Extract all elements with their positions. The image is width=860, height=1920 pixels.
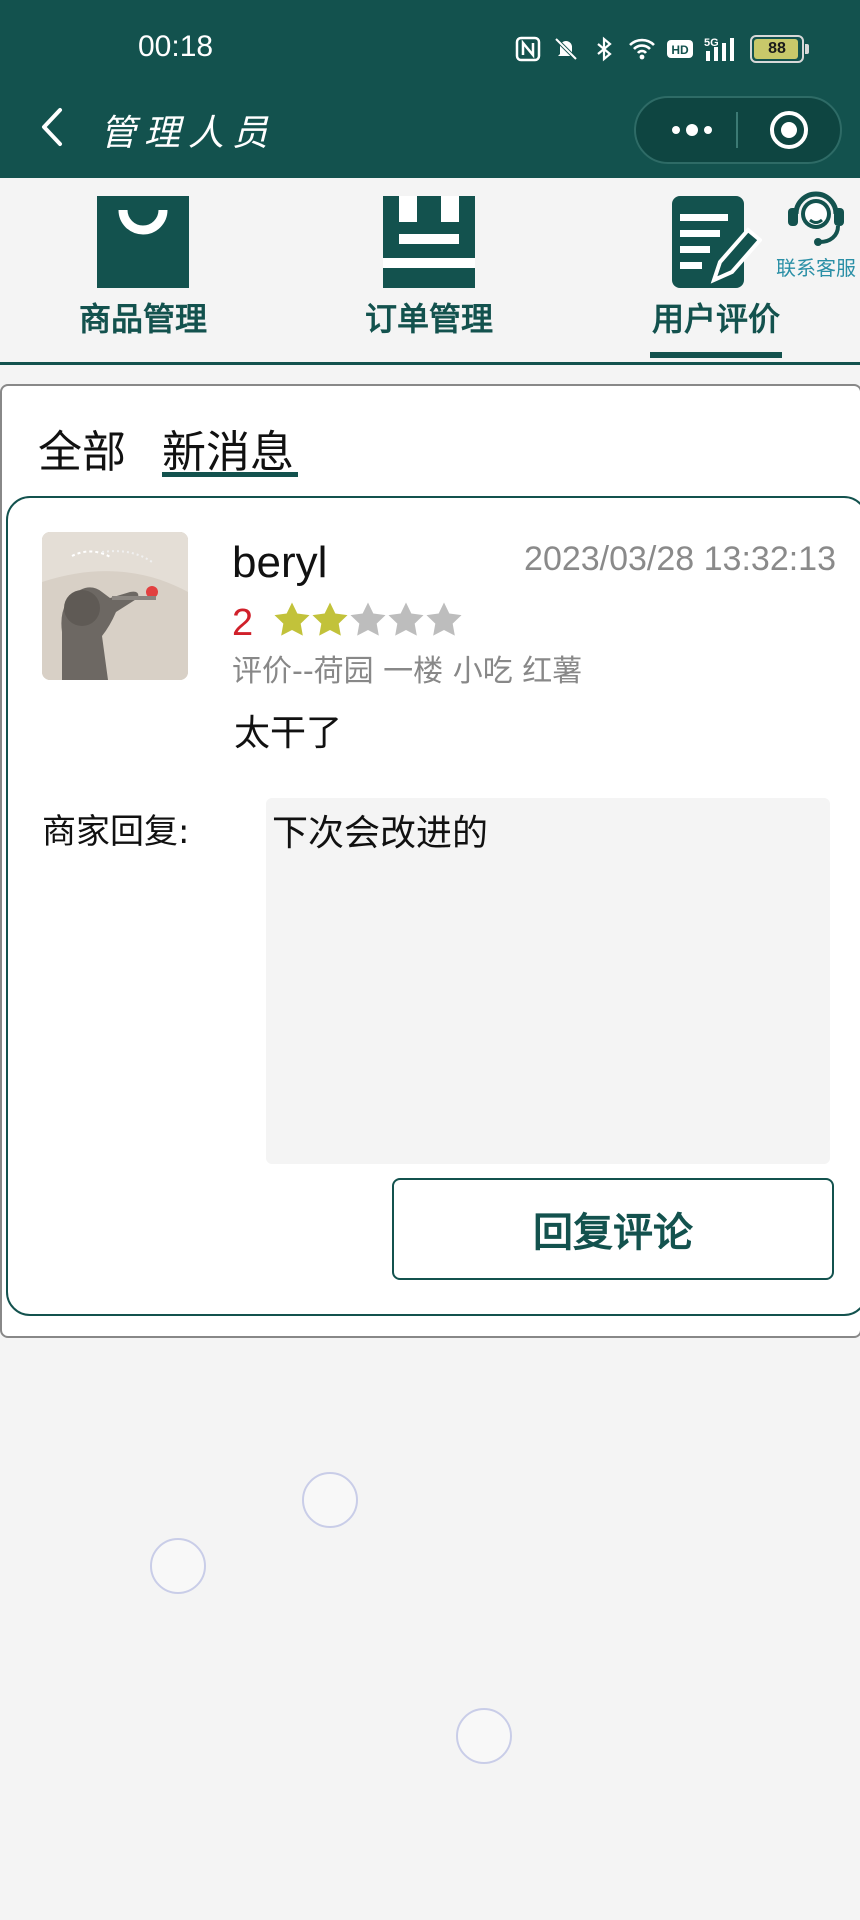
merchant-reply-input[interactable]: 下次会改进的 bbox=[266, 798, 830, 1164]
hd-icon: HD bbox=[667, 40, 693, 58]
star-empty-icon bbox=[388, 602, 424, 636]
review-content: 太干了 bbox=[234, 713, 343, 754]
order-list-icon bbox=[383, 196, 475, 288]
status-icons: HD 5G 88 bbox=[514, 32, 809, 66]
signal-5g-icon: 5G bbox=[704, 37, 734, 61]
headset-icon bbox=[788, 191, 844, 246]
mute-icon bbox=[554, 37, 578, 61]
close-button[interactable] bbox=[744, 98, 834, 162]
category-label: 商品管理 bbox=[78, 300, 207, 338]
category-order-management[interactable]: 订单管理 bbox=[349, 196, 509, 340]
reviewer-username: beryl bbox=[232, 538, 328, 587]
category-label: 订单管理 bbox=[364, 300, 493, 338]
star-rating bbox=[272, 600, 462, 640]
merchant-reply-label: 商家回复: bbox=[42, 812, 190, 852]
back-chevron-icon[interactable] bbox=[34, 102, 74, 152]
star-empty-icon bbox=[426, 602, 462, 636]
avatar bbox=[42, 532, 188, 680]
category-label: 用户评价 bbox=[651, 300, 780, 338]
star-filled-icon bbox=[312, 602, 348, 636]
reviews-panel: 全部 新消息 beryl 2023/03/28 13:32:13 2 评价--荷… bbox=[0, 384, 860, 1338]
review-card: beryl 2023/03/28 13:32:13 2 评价--荷园 一楼 小吃… bbox=[6, 496, 860, 1316]
nfc-icon bbox=[515, 36, 541, 62]
status-time: 00:18 bbox=[138, 30, 214, 63]
reply-comment-button[interactable]: 回复评论 bbox=[392, 1178, 834, 1280]
category-nav: 商品管理 订单管理 用户评价 bbox=[0, 178, 860, 365]
review-edit-icon bbox=[672, 196, 762, 288]
more-button[interactable] bbox=[652, 98, 732, 162]
touch-ripple bbox=[456, 1708, 512, 1764]
battery-level: 88 bbox=[768, 40, 786, 57]
rating-value: 2 bbox=[232, 602, 254, 644]
tab-all[interactable]: 全部 bbox=[38, 416, 126, 480]
battery-indicator: 88 bbox=[750, 35, 809, 63]
touch-ripple bbox=[150, 1538, 206, 1594]
top-bar: 00:18 HD 5G 88 管理人员 bbox=[0, 0, 860, 178]
review-target: 评价--荷园 一楼 小吃 红薯 bbox=[232, 654, 583, 689]
category-goods-management[interactable]: 商品管理 bbox=[63, 196, 223, 340]
customer-service-button[interactable]: 联系客服 bbox=[772, 180, 860, 281]
mini-program-capsule bbox=[634, 96, 842, 164]
touch-ripple bbox=[302, 1472, 358, 1528]
page-title: 管理人员 bbox=[100, 113, 277, 154]
target-circle-icon bbox=[770, 111, 808, 149]
more-dots-icon bbox=[672, 124, 712, 136]
active-category-indicator bbox=[650, 352, 782, 358]
customer-service-label: 联系客服 bbox=[776, 256, 856, 280]
star-filled-icon bbox=[274, 602, 310, 636]
tab-new-messages[interactable]: 新消息 bbox=[162, 416, 294, 480]
bluetooth-icon bbox=[597, 36, 612, 62]
wifi-icon bbox=[629, 38, 655, 60]
review-timestamp: 2023/03/28 13:32:13 bbox=[524, 540, 836, 578]
star-empty-icon bbox=[350, 602, 386, 636]
shopping-bag-icon bbox=[97, 196, 189, 288]
active-tab-underline bbox=[162, 472, 298, 477]
svg-text:HD: HD bbox=[671, 43, 689, 57]
